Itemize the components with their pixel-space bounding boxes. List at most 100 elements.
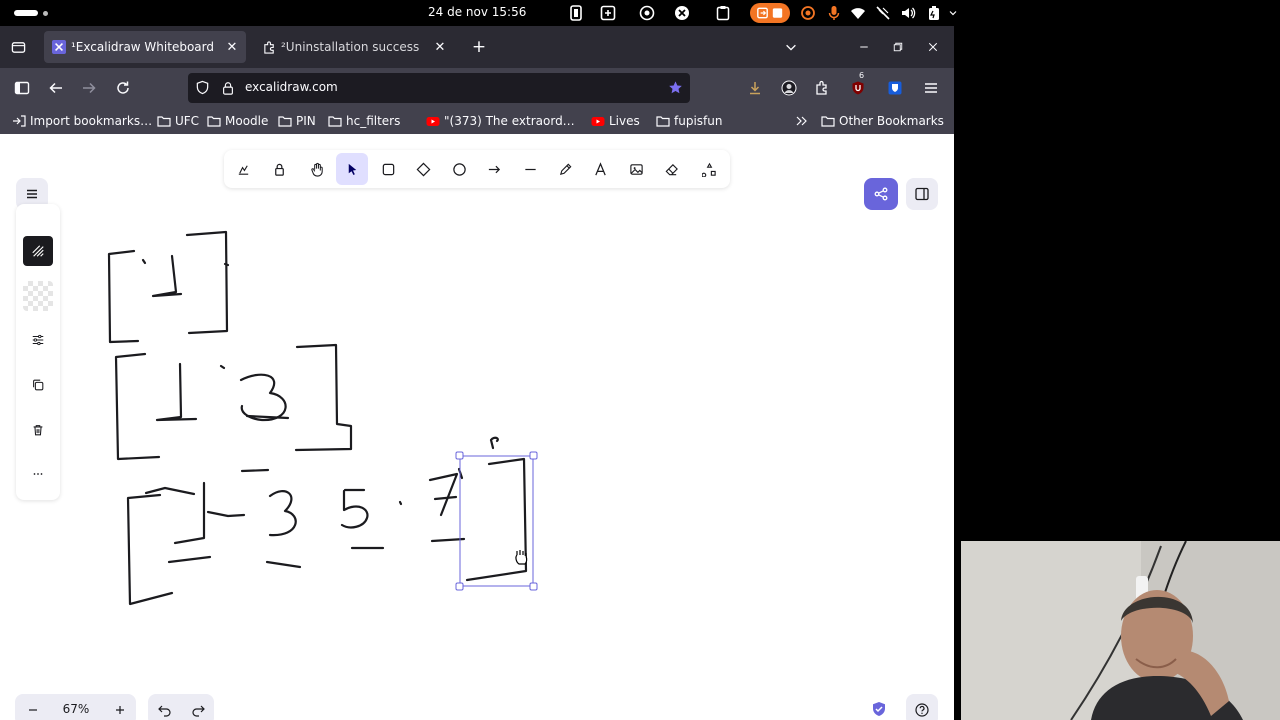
bookmark-folder-hc-filters[interactable]: hc_filters (328, 113, 400, 129)
tool-rectangle[interactable] (372, 153, 404, 185)
tool-image[interactable] (620, 153, 652, 185)
diamond-icon (416, 162, 430, 176)
import-icon (12, 115, 26, 127)
drawing-canvas[interactable] (0, 134, 954, 720)
tab-uninstallation[interactable]: ²Uninstallation success ✕ (254, 31, 454, 63)
tool-draw[interactable] (549, 153, 581, 185)
battery-icon[interactable] (926, 4, 942, 22)
bitwarden-extension-icon[interactable] (884, 77, 906, 99)
delete-button[interactable] (23, 415, 53, 445)
tab-close-icon[interactable]: ✕ (432, 39, 448, 55)
stroke-color-swatch[interactable] (23, 236, 53, 266)
hatch-fill-icon (32, 245, 44, 257)
bookmark-folder-ufc[interactable]: UFC (157, 113, 199, 129)
bookmark-label: Other Bookmarks (839, 114, 944, 128)
tool-padlock[interactable] (263, 153, 295, 185)
tool-lock[interactable] (227, 153, 259, 185)
recording-icon[interactable] (800, 4, 816, 22)
screenshot-icon[interactable] (600, 4, 616, 22)
webcam-video-frame (961, 541, 1280, 720)
webcam-overlay (961, 541, 1280, 720)
redo-button[interactable] (181, 694, 214, 720)
undo-button[interactable] (148, 694, 181, 720)
duplicate-button[interactable] (23, 370, 53, 400)
youtube-icon (426, 115, 440, 127)
back-button-icon[interactable] (45, 77, 67, 99)
system-clock[interactable]: 24 de nov 15:56 (428, 5, 526, 19)
extension-badge: 6 (859, 71, 865, 80)
tool-arrow[interactable] (478, 153, 510, 185)
bookmark-import[interactable]: Import bookmarks… (12, 113, 152, 129)
bookmarks-toolbar: Import bookmarks… UFC Moodle PIN hc_filt… (0, 108, 954, 134)
network-disabled-icon[interactable] (875, 4, 891, 22)
forward-button-icon[interactable] (78, 77, 100, 99)
eraser-icon (665, 163, 678, 175)
sketch-bracket-group-3[interactable] (126, 436, 528, 606)
arrow-icon (488, 165, 500, 173)
library-button[interactable] (906, 178, 938, 210)
tab-title: ²Uninstallation success (281, 40, 420, 54)
bookmark-youtube-video[interactable]: "(373) The extraord… (426, 113, 575, 129)
more-actions-button[interactable] (23, 459, 53, 489)
zoom-out-button[interactable] (17, 694, 49, 720)
bookmark-folder-fupisfun[interactable]: fupisfun (656, 113, 722, 129)
help-icon (915, 703, 929, 717)
sidebar-toggle-icon[interactable] (11, 77, 33, 99)
tool-line[interactable] (514, 153, 546, 185)
system-menu-arrow-icon[interactable] (947, 4, 959, 22)
screen-share-indicator[interactable] (750, 3, 790, 23)
tool-eraser[interactable] (655, 153, 687, 185)
bookmark-folder-pin[interactable]: PIN (278, 113, 316, 129)
list-all-tabs-icon[interactable] (781, 37, 801, 57)
tool-ellipse[interactable] (443, 153, 475, 185)
firefox-view-button[interactable] (8, 37, 28, 57)
tab-close-icon[interactable]: ✕ (224, 39, 240, 55)
adjustments-button[interactable] (23, 325, 53, 355)
clipboard-icon[interactable] (715, 4, 731, 22)
tool-selection[interactable] (336, 153, 368, 185)
tool-hand[interactable] (301, 153, 333, 185)
microphone-icon[interactable] (826, 4, 842, 22)
background-transparent-swatch[interactable] (23, 281, 53, 311)
bookmark-folder-moodle[interactable]: Moodle (207, 113, 268, 129)
help-button[interactable] (906, 694, 938, 720)
share-icon (874, 187, 888, 201)
close-window-icon[interactable] (923, 37, 943, 57)
tab-excalidraw[interactable]: ¹Excalidraw Whiteboard ✕ (44, 31, 246, 63)
downloads-icon[interactable] (744, 77, 766, 99)
media-icon[interactable] (674, 4, 690, 22)
ublock-extension-icon[interactable]: 6 (847, 71, 869, 99)
trash-icon (33, 425, 43, 436)
browser-tray-icon[interactable] (639, 4, 655, 22)
tracking-protection-shield-icon[interactable] (195, 80, 211, 96)
wifi-icon[interactable] (850, 4, 866, 22)
bookmark-youtube-lives[interactable]: Lives (591, 113, 640, 129)
share-button[interactable] (864, 178, 898, 210)
other-bookmarks[interactable]: Other Bookmarks (821, 113, 944, 129)
restore-window-icon[interactable] (888, 37, 908, 57)
bookmarks-overflow-chevron-icon[interactable] (795, 113, 809, 129)
tool-more[interactable] (693, 153, 725, 185)
window-icon[interactable] (568, 4, 584, 22)
account-avatar-icon[interactable] (778, 77, 800, 99)
encryption-shield-icon[interactable] (868, 698, 890, 720)
volume-icon[interactable] (900, 4, 916, 22)
zoom-controls: 67% (15, 694, 136, 720)
url-bar[interactable]: excalidraw.com (188, 73, 690, 103)
app-menu-icon[interactable] (920, 77, 942, 99)
zoom-level[interactable]: 67% (61, 702, 91, 716)
lock-icon[interactable] (221, 80, 235, 96)
reload-icon[interactable] (112, 77, 134, 99)
tool-text[interactable] (584, 153, 616, 185)
extensions-icon[interactable] (812, 77, 834, 99)
tool-diamond[interactable] (407, 153, 439, 185)
zoom-in-button[interactable] (104, 694, 136, 720)
shapes-toolbar (224, 150, 730, 188)
bookmark-star-icon[interactable] (668, 80, 684, 96)
minimize-window-icon[interactable] (854, 37, 874, 57)
new-tab-button[interactable]: + (469, 37, 489, 57)
activities-indicator[interactable] (14, 10, 38, 16)
sketch-bracket-group-2[interactable] (114, 343, 353, 461)
sketch-bracket-group-1[interactable] (107, 230, 230, 344)
bookmark-label: fupisfun (674, 114, 723, 128)
